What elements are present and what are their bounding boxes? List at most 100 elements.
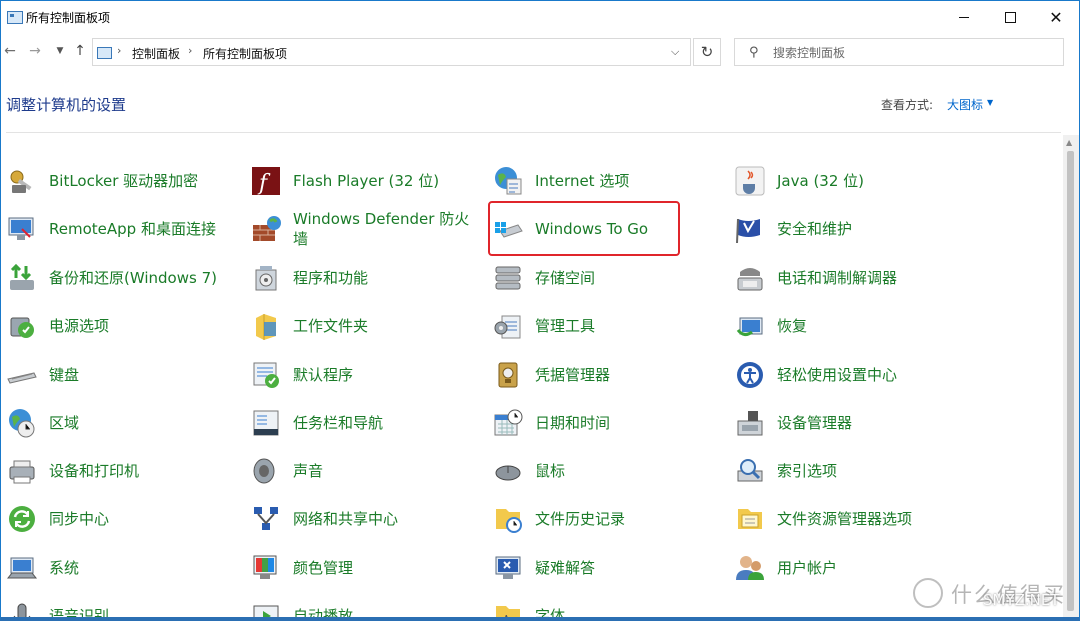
item-label: 鼠标	[535, 462, 566, 480]
item-speech-recognition[interactable]: 语音识别	[1, 594, 231, 617]
search-box[interactable]: ⚲	[734, 38, 1064, 66]
item-label: 恢复	[777, 317, 808, 335]
item-label: 安全和维护	[777, 220, 853, 238]
item-storage-spaces[interactable]: 存储空间	[487, 256, 717, 300]
page-title: 调整计算机的设置	[6, 96, 127, 114]
item-keyboard[interactable]: 键盘	[1, 353, 231, 397]
item-autoplay[interactable]: 自动播放	[245, 594, 475, 617]
item-recovery[interactable]: 恢复	[729, 304, 959, 348]
item-color-management[interactable]: 颜色管理	[245, 546, 475, 590]
item-label: 索引选项	[777, 462, 838, 480]
item-indexing-options[interactable]: 索引选项	[729, 449, 959, 493]
scrollbar-thumb[interactable]	[1067, 151, 1074, 611]
chevron-right-icon[interactable]: ›	[188, 44, 192, 57]
item-fonts[interactable]: A 字体	[487, 594, 717, 617]
item-label: Internet 选项	[535, 172, 630, 190]
item-label: 字体	[535, 607, 566, 617]
credential-manager-icon	[498, 362, 518, 388]
autoplay-icon	[253, 605, 279, 617]
item-system[interactable]: 系统	[1, 546, 231, 590]
item-label: 用户帐户	[777, 559, 838, 577]
item-label: 备份和还原(Windows 7)	[49, 269, 217, 287]
recent-locations-button[interactable]: ▼	[51, 46, 69, 56]
item-network-sharing[interactable]: 网络和共享中心	[245, 497, 475, 541]
caret-down-icon[interactable]: ▼	[987, 98, 993, 107]
item-phone-modem[interactable]: 电话和调制解调器	[729, 256, 959, 300]
close-button[interactable]: ✕	[1033, 1, 1079, 33]
indexing-options-icon	[737, 459, 763, 482]
control-panel-icon	[7, 11, 23, 24]
chevron-down-icon: ▼	[56, 46, 64, 56]
item-credential-manager[interactable]: 凭据管理器	[487, 353, 717, 397]
java-icon	[735, 166, 765, 196]
item-label: 程序和功能	[293, 269, 369, 287]
item-device-manager[interactable]: 设备管理器	[729, 401, 959, 445]
breadcrumb-control-panel[interactable]: 控制面板	[132, 45, 180, 62]
scroll-up-icon[interactable]: ▲	[1066, 138, 1072, 147]
sound-icon	[253, 458, 275, 484]
item-file-history[interactable]: 文件历史记录	[487, 497, 717, 541]
item-power-options[interactable]: 电源选项	[1, 304, 231, 348]
item-default-programs[interactable]: 默认程序	[245, 353, 475, 397]
address-bar[interactable]: › 控制面板 › 所有控制面板项 ⌵	[92, 38, 691, 66]
item-java[interactable]: Java (32 位)	[729, 159, 959, 203]
refresh-button[interactable]: ↻	[693, 38, 721, 66]
flash-player-icon: f	[252, 167, 280, 196]
item-region[interactable]: 区域	[1, 401, 231, 445]
control-panel-window: 所有控制面板项 ✕ ← → ▼ ↑ › 控制面板 › 所有控制面板项 ⌵ ↻ ⚲…	[0, 0, 1080, 621]
item-label: 文件资源管理器选项	[777, 510, 913, 528]
item-windows-firewall[interactable]: Windows Defender 防火墙	[245, 207, 475, 251]
item-remoteapp[interactable]: RemoteApp 和桌面连接	[1, 207, 231, 251]
item-flash-player[interactable]: f Flash Player (32 位)	[245, 159, 475, 203]
view-by-label: 查看方式:	[881, 98, 934, 112]
highlight-box	[488, 201, 680, 256]
recovery-icon	[736, 317, 763, 337]
view-by-dropdown[interactable]: 大图标	[947, 96, 983, 113]
item-taskbar-navigation[interactable]: 任务栏和导航	[245, 401, 475, 445]
item-mouse[interactable]: 鼠标	[487, 449, 717, 493]
item-security-maintenance[interactable]: 安全和维护	[729, 207, 959, 251]
maximize-button[interactable]	[987, 1, 1033, 33]
user-accounts-icon	[736, 556, 764, 580]
back-button[interactable]: ←	[1, 43, 19, 59]
item-sync-center[interactable]: 同步中心	[1, 497, 231, 541]
chevron-down-icon[interactable]: ⌵	[671, 45, 679, 59]
item-label: 键盘	[49, 366, 80, 384]
item-troubleshooting[interactable]: 疑难解答	[487, 546, 717, 590]
item-internet-options[interactable]: Internet 选项	[487, 159, 717, 203]
item-label: 轻松使用设置中心	[777, 366, 898, 384]
arrow-right-icon: →	[29, 43, 41, 59]
work-folders-icon	[256, 314, 276, 340]
device-manager-icon	[737, 411, 763, 436]
item-label: 区域	[49, 414, 80, 432]
item-date-time[interactable]: 日期和时间	[487, 401, 717, 445]
search-input[interactable]	[771, 43, 1055, 63]
item-bitlocker[interactable]: BitLocker 驱动器加密	[1, 159, 231, 203]
watermark-site: SMYZ.NET	[983, 591, 1060, 609]
item-ease-of-access[interactable]: 轻松使用设置中心	[729, 353, 959, 397]
item-label: 疑难解答	[535, 559, 596, 577]
minimize-button[interactable]	[941, 1, 987, 33]
title-bar[interactable]: 所有控制面板项 ✕	[1, 1, 1079, 33]
item-work-folders[interactable]: 工作文件夹	[245, 304, 475, 348]
item-devices-printers[interactable]: 设备和打印机	[1, 449, 231, 493]
item-label: RemoteApp 和桌面连接	[49, 220, 216, 238]
item-sound[interactable]: 声音	[245, 449, 475, 493]
breadcrumb-all-items[interactable]: 所有控制面板项	[203, 45, 287, 62]
item-label: Windows Defender 防火墙	[293, 210, 470, 248]
system-icon	[6, 557, 38, 579]
chevron-right-icon[interactable]: ›	[117, 44, 121, 57]
sync-center-icon	[9, 506, 35, 532]
forward-button[interactable]: →	[26, 43, 44, 59]
maximize-icon	[1004, 11, 1016, 23]
minimize-icon	[959, 16, 969, 18]
item-backup-restore[interactable]: 备份和还原(Windows 7)	[1, 256, 231, 300]
item-programs-features[interactable]: 程序和功能	[245, 256, 475, 300]
item-admin-tools[interactable]: 管理工具	[487, 304, 717, 348]
item-file-explorer-options[interactable]: 文件资源管理器选项	[729, 497, 959, 541]
keyboard-icon	[7, 372, 37, 384]
vertical-scrollbar[interactable]: ▲	[1063, 135, 1079, 617]
item-label: 日期和时间	[535, 414, 611, 432]
up-button[interactable]: ↑	[71, 43, 89, 59]
item-label: 系统	[49, 559, 80, 577]
